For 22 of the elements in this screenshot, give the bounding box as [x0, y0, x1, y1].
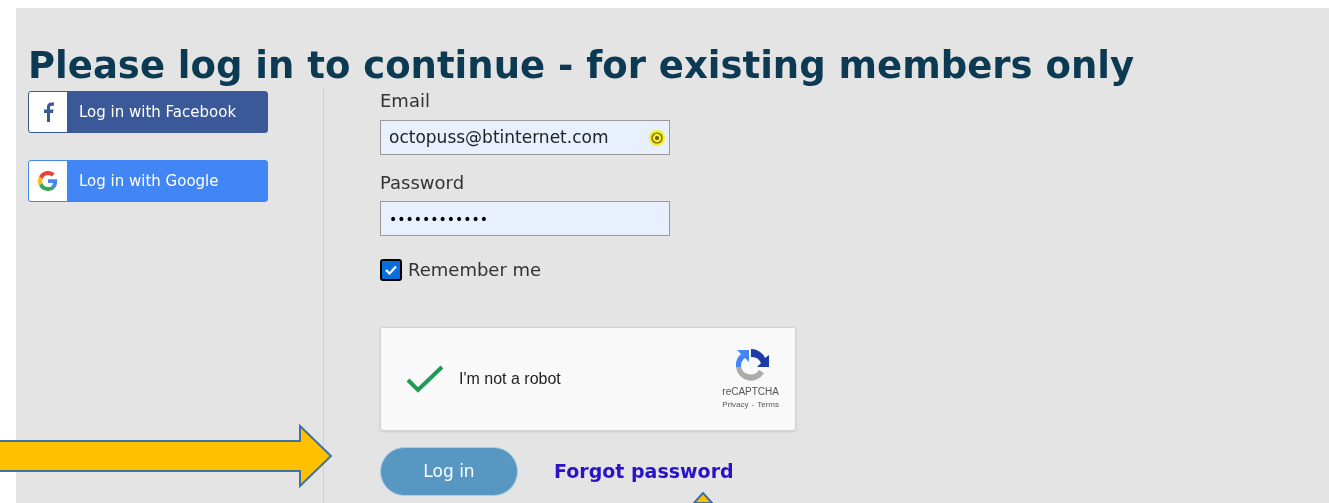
- forgot-password-link[interactable]: Forgot password: [554, 457, 734, 486]
- privacy-link[interactable]: Privacy: [722, 399, 749, 411]
- email-field[interactable]: octopuss@btinternet.com: [380, 120, 670, 155]
- email-label: Email: [380, 89, 431, 113]
- google-login-button[interactable]: Log in with Google: [28, 160, 268, 202]
- captcha-label: I'm not a robot: [459, 369, 561, 389]
- autofill-icon: [649, 129, 665, 146]
- password-field[interactable]: ••••••••••••: [380, 201, 670, 236]
- recaptcha-brand: reCAPTCHA: [722, 385, 779, 399]
- check-icon: [385, 264, 397, 275]
- captcha-checkbox[interactable]: [405, 363, 445, 395]
- terms-link[interactable]: Terms: [757, 399, 779, 411]
- google-icon: [38, 171, 58, 191]
- facebook-login-button[interactable]: Log in with Facebook: [28, 91, 268, 133]
- separator: -: [751, 399, 755, 411]
- annotation-arrow: [693, 492, 713, 503]
- remember-checkbox[interactable]: [380, 258, 402, 281]
- page-heading: Please log in to continue - for existing members only: [28, 44, 1136, 88]
- facebook-icon: [42, 102, 54, 122]
- remember-label: Remember me: [408, 258, 542, 282]
- password-label: Password: [380, 171, 466, 195]
- check-icon: [406, 365, 444, 393]
